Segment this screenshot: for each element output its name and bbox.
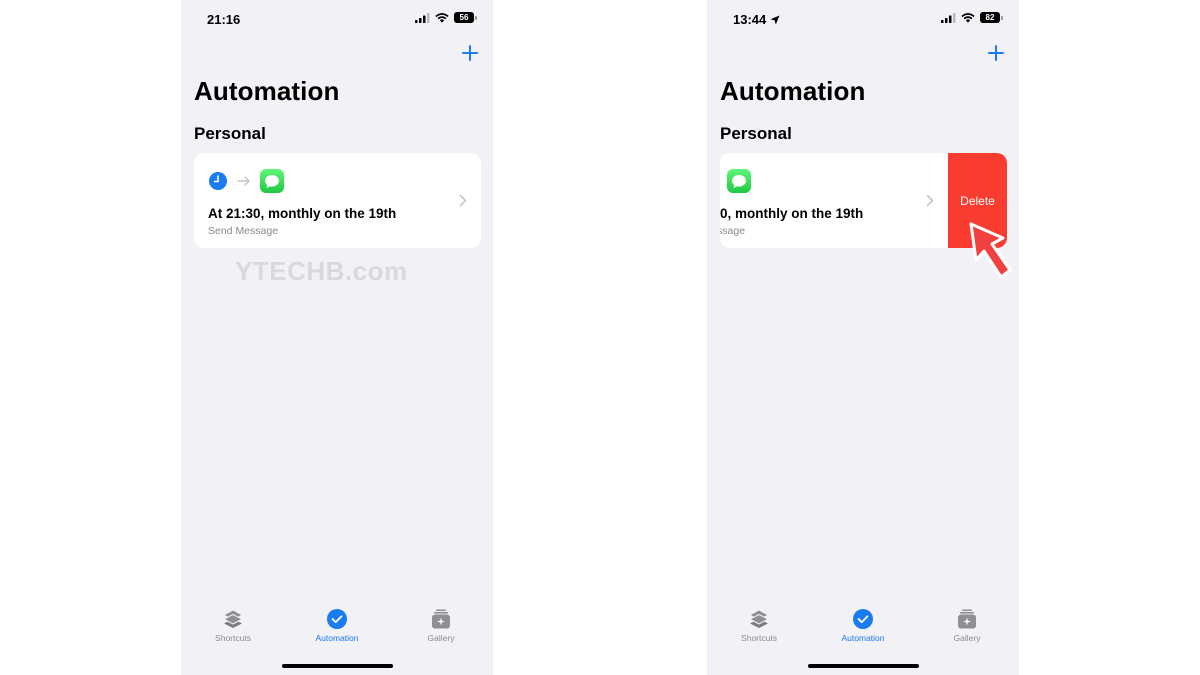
page-title: Automation — [720, 76, 866, 106]
battery-nub — [1001, 15, 1003, 20]
wifi-icon — [961, 12, 975, 23]
clock-check-icon — [851, 607, 875, 631]
tab-label: Shortcuts — [215, 633, 251, 643]
pointer-arrow-icon — [969, 222, 1012, 279]
location-arrow-icon — [770, 15, 780, 24]
wifi-icon — [435, 12, 449, 23]
automation-card-container: At 21:30, monthly on the 19th Send Messa… — [194, 153, 481, 248]
status-icons: 56 — [415, 12, 477, 23]
section-title: Personal — [194, 124, 266, 143]
battery-level: 56 — [454, 12, 474, 23]
status-time: 13:44 — [733, 12, 780, 27]
status-time-text: 21:16 — [207, 12, 241, 27]
signal-icon — [415, 12, 430, 23]
tab-label: Shortcuts — [741, 633, 777, 643]
watermark: YTECHB.com — [235, 256, 408, 286]
automation-card[interactable]: At 21:30, monthly on the 19th Send Messa… — [720, 153, 948, 248]
home-indicator — [808, 664, 919, 668]
tab-automation[interactable]: Automation — [811, 607, 915, 647]
card-title: At 21:30, monthly on the 19th — [720, 206, 864, 221]
card-subtitle: Send Message — [720, 225, 746, 237]
battery-icon: 56 — [454, 12, 477, 23]
plus-icon — [988, 45, 1004, 61]
chevron-right-icon — [459, 194, 467, 207]
speech-bubble-icon — [265, 174, 279, 188]
home-indicator — [282, 664, 393, 668]
card-subtitle: Send Message — [208, 225, 279, 237]
automation-card-container: At 21:30, monthly on the 19th Send Messa… — [720, 153, 1007, 248]
tab-gallery[interactable]: Gallery — [389, 607, 493, 647]
gallery-icon — [955, 607, 979, 631]
tab-shortcuts[interactable]: Shortcuts — [181, 607, 285, 647]
tab-bar: Shortcuts Automation Gallery — [707, 607, 1019, 647]
status-time: 21:16 — [207, 12, 240, 27]
battery-icon: 82 — [980, 12, 1003, 23]
messages-app-icon — [260, 169, 284, 193]
tab-label: Automation — [315, 633, 359, 643]
status-time-text: 13:44 — [733, 12, 767, 27]
arrow-right-icon — [237, 176, 250, 186]
clock-check-icon — [325, 607, 349, 631]
plus-icon — [462, 45, 478, 61]
battery-level: 82 — [980, 12, 1000, 23]
tab-label: Automation — [841, 633, 885, 643]
layers-icon — [221, 607, 245, 631]
page-title: Automation — [194, 76, 340, 106]
chevron-right-icon — [926, 194, 934, 207]
tab-label: Gallery — [953, 633, 981, 643]
tab-bar: Shortcuts Automation Gallery — [181, 607, 493, 647]
tab-gallery[interactable]: Gallery — [915, 607, 1019, 647]
tab-label: Gallery — [427, 633, 455, 643]
add-automation-button[interactable] — [459, 42, 481, 64]
clock-icon — [209, 172, 227, 190]
section-title: Personal — [720, 124, 792, 143]
add-automation-button[interactable] — [985, 42, 1007, 64]
signal-icon — [941, 12, 956, 23]
speech-bubble-icon — [732, 174, 746, 188]
tab-shortcuts[interactable]: Shortcuts — [707, 607, 811, 647]
layers-icon — [747, 607, 771, 631]
phone-screen-right: 13:44 82 Automation Personal 0, monthly … — [707, 0, 1019, 675]
automation-card[interactable]: At 21:30, monthly on the 19th Send Messa… — [194, 153, 481, 248]
messages-app-icon — [727, 169, 751, 193]
card-title: At 21:30, monthly on the 19th — [208, 206, 397, 221]
card-icons — [720, 169, 751, 193]
gallery-icon — [429, 607, 453, 631]
card-icons — [208, 169, 284, 193]
battery-nub — [475, 15, 477, 20]
tab-automation[interactable]: Automation — [285, 607, 389, 647]
stage: 21:16 56 Automation Personal At 21:30, m… — [0, 0, 1200, 675]
phone-screen-left: 21:16 56 Automation Personal At 21:30, m… — [181, 0, 493, 675]
status-icons: 82 — [941, 12, 1003, 23]
